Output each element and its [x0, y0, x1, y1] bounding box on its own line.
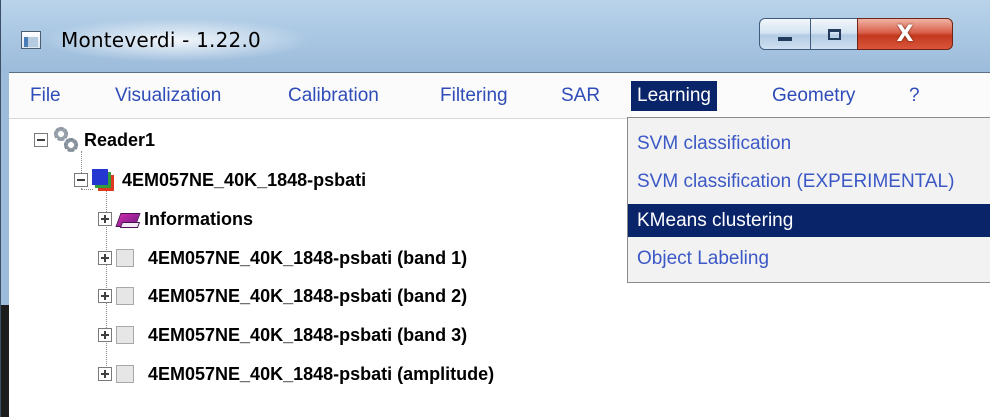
menu-geometry[interactable]: Geometry [766, 73, 861, 118]
menu-filtering[interactable]: Filtering [434, 73, 514, 118]
tree-node-informations[interactable]: Informations [98, 202, 253, 236]
expand-icon[interactable] [98, 328, 112, 342]
book-icon [116, 209, 140, 229]
title-bar[interactable]: Monteverdi - 1.22.0 X [1, 0, 990, 72]
band-icon [116, 365, 134, 383]
tree-node-label: 4EM057NE_40K_1848-psbati (band 2) [148, 285, 468, 306]
tree-node-reader[interactable]: Reader1 [34, 123, 155, 157]
minimize-button[interactable] [759, 18, 811, 50]
tree-node-label: 4EM057NE_40K_1848-psbati (band 1) [148, 247, 468, 268]
gears-icon [52, 127, 78, 153]
menu-bar: File Visualization Calibration Filtering… [9, 73, 990, 119]
minimize-icon [778, 37, 792, 41]
menu-item-object-labeling[interactable]: Object Labeling [628, 242, 990, 275]
window-title: Monteverdi - 1.22.0 [61, 28, 261, 52]
tree-node-amplitude[interactable]: 4EM057NE_40K_1848-psbati (amplitude) [98, 357, 494, 391]
tree-node-band-1[interactable]: 4EM057NE_40K_1848-psbati (band 1) [98, 241, 467, 275]
menu-item-svm-classification[interactable]: SVM classification [628, 127, 990, 160]
layers-icon [92, 169, 114, 191]
collapse-icon[interactable] [34, 133, 48, 147]
tree-node-label: Informations [144, 208, 254, 229]
menu-visualization[interactable]: Visualization [109, 73, 227, 118]
menu-calibration[interactable]: Calibration [282, 73, 385, 118]
menu-file[interactable]: File [24, 73, 67, 118]
menu-item-kmeans-clustering[interactable]: KMeans clustering [628, 204, 990, 237]
collapse-icon[interactable] [74, 173, 88, 187]
band-icon [116, 287, 134, 305]
maximize-button[interactable] [810, 18, 858, 50]
expand-icon[interactable] [98, 367, 112, 381]
app-icon[interactable] [21, 31, 41, 49]
tree-node-image[interactable]: 4EM057NE_40K_1848-psbati [74, 163, 366, 197]
band-icon [116, 249, 134, 267]
menu-item-svm-classification-experimental[interactable]: SVM classification (EXPERIMENTAL) [628, 165, 990, 198]
close-button[interactable]: X [857, 18, 953, 50]
expand-icon[interactable] [98, 212, 112, 226]
tree-node-label: Reader1 [84, 129, 156, 150]
menu-sar[interactable]: SAR [555, 73, 606, 118]
band-icon [116, 326, 134, 344]
learning-dropdown-menu: SVM classification SVM classification (E… [627, 117, 990, 283]
tree-node-band-2[interactable]: 4EM057NE_40K_1848-psbati (band 2) [98, 279, 467, 313]
expand-icon[interactable] [98, 289, 112, 303]
tree-node-label: 4EM057NE_40K_1848-psbati (amplitude) [148, 363, 495, 384]
tree-node-label: 4EM057NE_40K_1848-psbati (band 3) [148, 324, 468, 345]
tree-node-band-3[interactable]: 4EM057NE_40K_1848-psbati (band 3) [98, 318, 467, 352]
expand-icon[interactable] [98, 251, 112, 265]
menu-help[interactable]: ? [903, 73, 926, 118]
maximize-icon [827, 28, 841, 40]
tree-node-label: 4EM057NE_40K_1848-psbati [122, 169, 367, 190]
close-icon: X [896, 21, 914, 47]
menu-learning[interactable]: Learning [631, 81, 717, 111]
